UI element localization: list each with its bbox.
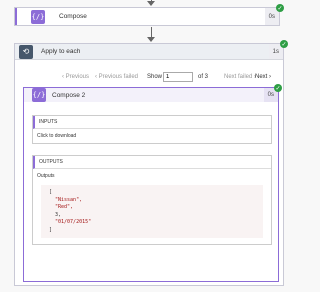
outputs-label: Outputs [37, 173, 55, 179]
compose2-header[interactable]: {/} Compose 2 0s [24, 88, 278, 102]
inputs-title: INPUTS [33, 116, 271, 129]
apply-to-each-title: Apply to each [41, 48, 81, 55]
card-accent-bar [15, 8, 17, 25]
outputs-section: OUTPUTS Outputs [ "Nissan", "Red", 3, "0… [32, 155, 272, 245]
outputs-code-block: [ "Nissan", "Red", 3, "01/07/2015" ] [41, 185, 263, 238]
code-open-bracket: [ [49, 189, 53, 195]
loop-icon: ⟲ [19, 44, 33, 59]
page-number-input[interactable] [163, 72, 193, 82]
show-label: Show [147, 74, 163, 80]
iteration-pager: ‹ Previous ‹ Previous failed Show of 3 N… [15, 71, 283, 83]
inputs-section: INPUTS Click to download [32, 115, 272, 144]
success-check-icon: ✓ [280, 40, 288, 48]
next-failed-button[interactable]: Next failed › [224, 74, 256, 80]
apply-to-each-card: ⟲ Apply to each 1s ‹ Previous ‹ Previous… [14, 43, 284, 286]
previous-button[interactable]: ‹ Previous [62, 74, 89, 80]
inputs-download-link[interactable]: Click to download [33, 129, 271, 143]
compose-title: Compose [59, 13, 87, 20]
previous-failed-button[interactable]: ‹ Previous failed [95, 74, 138, 80]
apply-to-each-header[interactable]: ⟲ Apply to each 1s [15, 44, 283, 60]
compose2-icon: {/} [32, 88, 46, 102]
code-item: 3, [55, 211, 62, 218]
connector-arrow-middle [147, 37, 155, 42]
success-check-icon: ✓ [274, 84, 282, 92]
code-close-bracket: ] [49, 226, 53, 233]
success-check-icon: ✓ [276, 4, 284, 12]
page-total-label: of 3 [198, 74, 209, 80]
code-item: "01/07/2015" [55, 219, 92, 225]
compose-icon: {/} [31, 9, 45, 24]
compose2-action-card: {/} Compose 2 0s INPUTS Click to downloa… [23, 87, 279, 282]
outputs-title: OUTPUTS [33, 156, 271, 169]
code-item: "Nissan", [55, 196, 83, 203]
compose2-title: Compose 2 [52, 91, 86, 99]
compose-action-card[interactable]: {/} Compose 0s [14, 7, 280, 26]
connector-arrow-top [147, 1, 155, 6]
code-item: "Red", [55, 204, 74, 210]
next-button[interactable]: Next › [255, 74, 271, 80]
